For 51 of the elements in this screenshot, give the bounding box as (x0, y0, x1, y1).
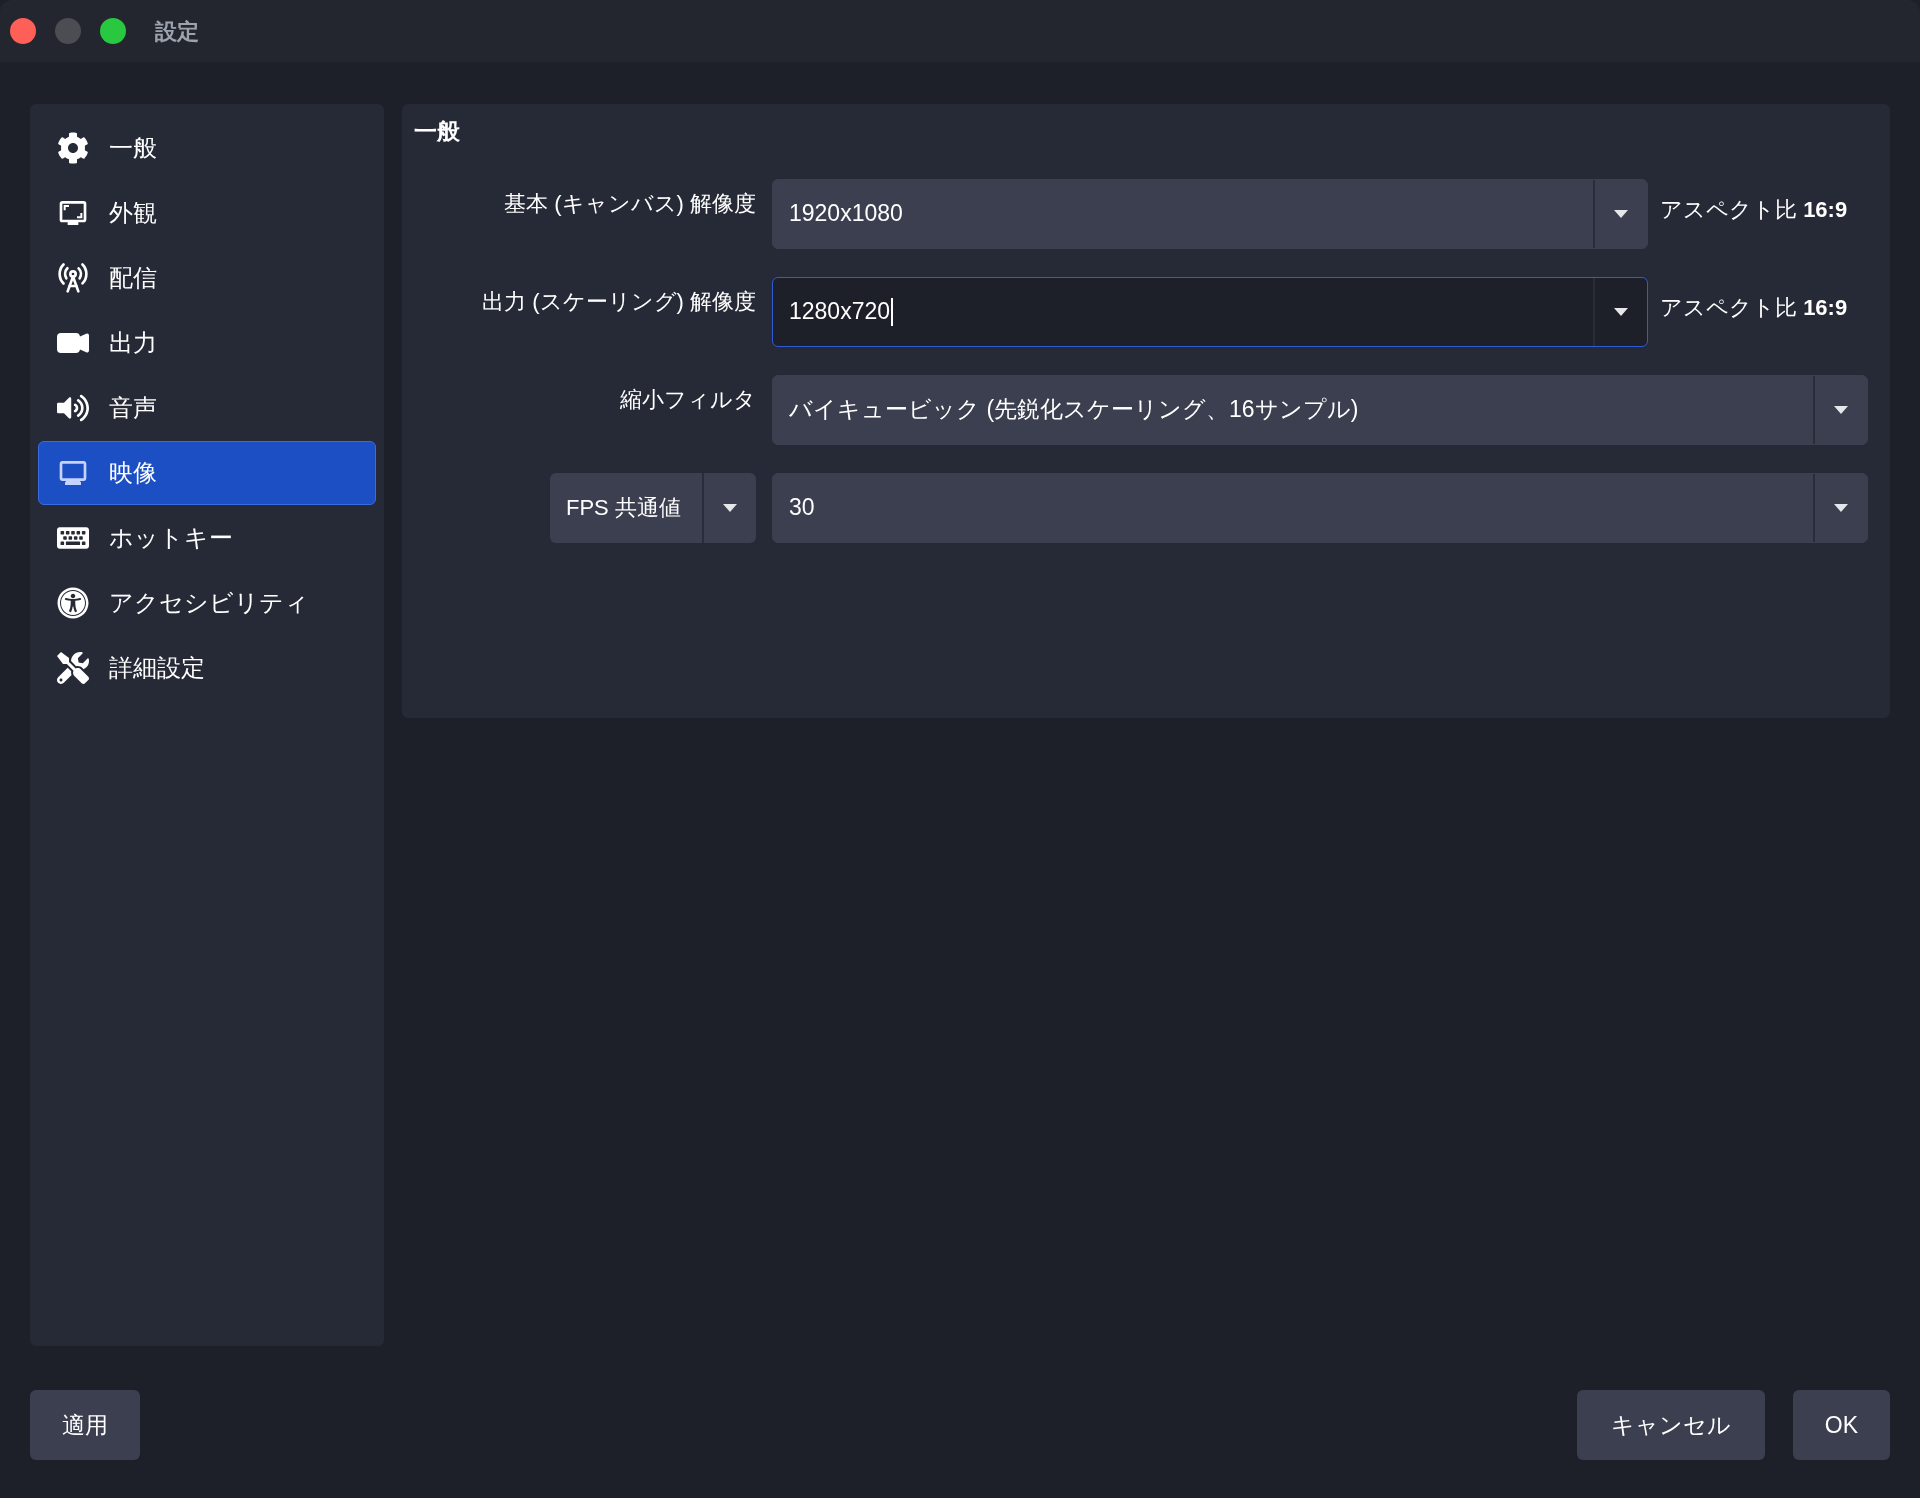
sidebar-item[interactable]: ホットキー (38, 506, 376, 570)
dropdown-field[interactable]: 1280x720 (772, 276, 1648, 347)
ok-button[interactable]: OK (1792, 1390, 1890, 1460)
field-label: 出力 (スケーリング) 解像度 (482, 287, 756, 316)
sidebar-item[interactable]: 配信 (38, 246, 376, 310)
close-button[interactable] (10, 18, 36, 44)
section-title: 一般 (414, 117, 461, 146)
dropdown-field[interactable]: 30 (772, 472, 1868, 543)
caret-icon (1833, 404, 1849, 415)
tools-icon (57, 652, 89, 684)
antenna-icon (57, 262, 89, 294)
cancel-button[interactable]: キャンセル (1576, 1390, 1765, 1460)
sidebar-label: 一般 (109, 133, 157, 163)
gear-icon (57, 132, 89, 164)
sidebar-item[interactable]: 映像 (38, 441, 376, 505)
sidebar-label: 映像 (109, 458, 157, 488)
apply-button[interactable]: 適用 (30, 1390, 140, 1460)
sidebar-item[interactable]: 音声 (38, 376, 376, 440)
field-value: 1280x720 (773, 294, 1593, 329)
field-value: 30 (788, 493, 816, 523)
sidebar-label: 外観 (109, 198, 157, 228)
window-title: 設定 (155, 17, 199, 46)
field-value: 1920x1080 (788, 199, 904, 229)
caret-icon (1613, 306, 1629, 317)
sidebar-label: 配信 (109, 263, 157, 293)
sidebar-label: アクセシビリティ (109, 588, 309, 618)
sidebar-item[interactable]: 一般 (38, 116, 376, 180)
text-cursor (891, 297, 894, 326)
sidebar-label: 詳細設定 (109, 653, 205, 683)
aspect-ratio-text: アスペクト比 16:9 (1660, 293, 1848, 322)
zoom-button[interactable] (100, 18, 126, 44)
sidebar-item[interactable]: アクセシビリティ (38, 571, 376, 635)
sidebar-item[interactable]: 出力 (38, 311, 376, 375)
field-value: バイキュービック (先鋭化スケーリング、16サンプル) (788, 395, 1360, 425)
dropdown-field[interactable]: バイキュービック (先鋭化スケーリング、16サンプル) (772, 374, 1868, 445)
field-label: 基本 (キャンバス) 解像度 (504, 189, 756, 218)
aspect-ratio-text: アスペクト比 16:9 (1660, 195, 1848, 224)
caret-icon (1613, 208, 1629, 219)
fps-type-value: FPS 共通値 (565, 494, 682, 522)
sidebar-item[interactable]: 詳細設定 (38, 636, 376, 700)
dropdown-field[interactable]: 1920x1080 (772, 178, 1648, 249)
sidebar-item[interactable]: 外観 (38, 181, 376, 245)
sidebar-label: ホットキー (109, 523, 233, 553)
caret-icon (1833, 502, 1849, 513)
field-label: 縮小フィルタ (620, 385, 756, 414)
sidebar-label: 音声 (109, 393, 157, 423)
speaker-icon (57, 392, 89, 424)
fps-type-dropdown[interactable]: FPS 共通値 (550, 472, 756, 543)
caret-icon (722, 502, 738, 513)
sidebar-label: 出力 (109, 328, 157, 358)
accessibility-icon (57, 587, 89, 619)
